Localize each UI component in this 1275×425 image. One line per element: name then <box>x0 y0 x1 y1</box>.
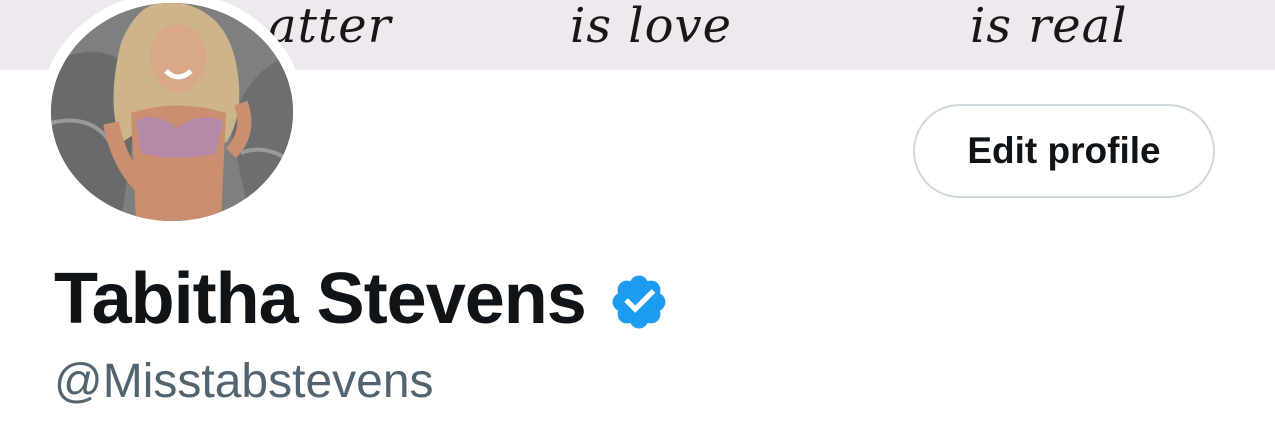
name-row: Tabitha Stevens <box>54 258 670 340</box>
avatar[interactable] <box>51 3 293 221</box>
user-handle: @Misstabstevens <box>54 355 434 408</box>
banner-text: atter <box>268 0 392 54</box>
display-name: Tabitha Stevens <box>54 259 587 339</box>
profile-photo <box>51 3 293 221</box>
verified-badge-icon[interactable] <box>608 271 670 333</box>
edit-profile-button[interactable]: Edit profile <box>913 104 1215 198</box>
banner-text: is love <box>570 0 733 54</box>
profile-header: atter is love is real Edit profile Tabit… <box>0 0 1275 425</box>
banner-text: is real <box>970 0 1128 54</box>
